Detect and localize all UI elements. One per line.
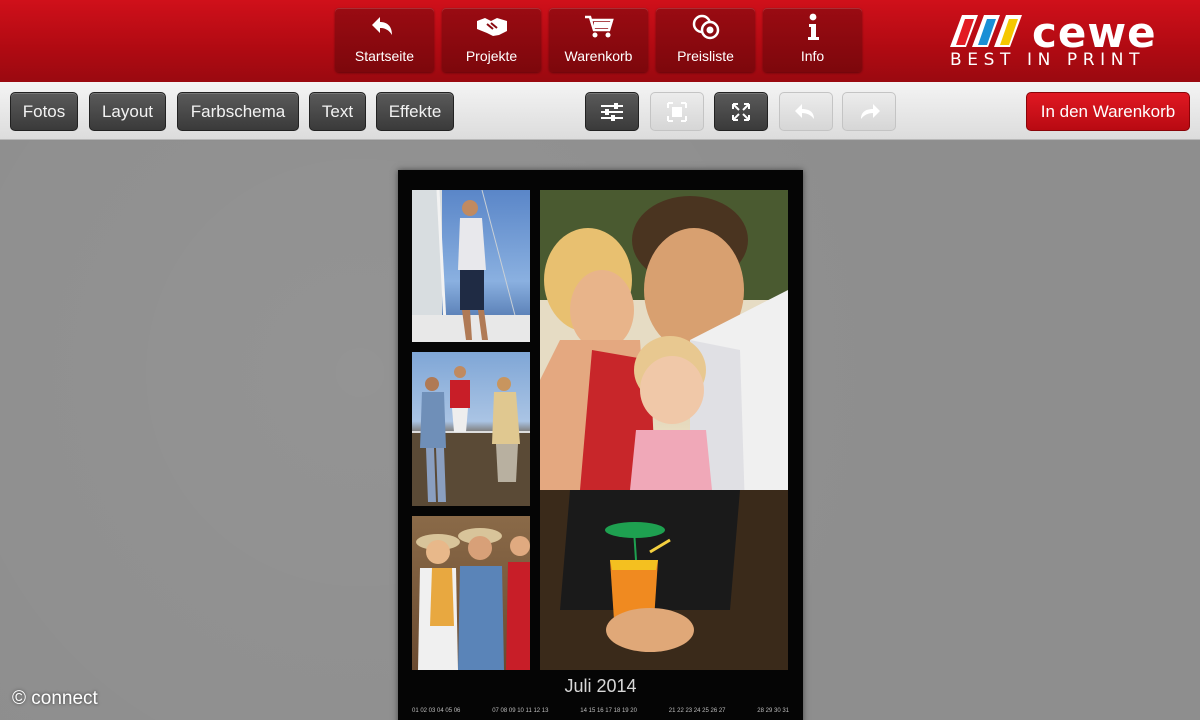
- photo-slot-3[interactable]: [412, 516, 530, 670]
- calendar-week-4: 21 22 23 24 25 26 27: [668, 708, 726, 714]
- calendar-week-2: 07 08 09 10 11 12 13: [492, 708, 549, 714]
- nav-startseite-button[interactable]: Startseite: [335, 8, 434, 72]
- photo-family-jetty-image: [412, 366, 530, 506]
- redo-icon: [861, 103, 880, 119]
- adjust-button[interactable]: [585, 92, 639, 131]
- nav-preisliste-label: Preisliste: [677, 48, 734, 64]
- nav-info-button[interactable]: Info: [763, 8, 862, 72]
- nav-warenkorb-button[interactable]: Warenkorb: [549, 8, 648, 72]
- cewe-logo-mark-icon: [950, 15, 1022, 47]
- editor-canvas: Juli 2014 01 02 03 04 05 06 07 08 09 10 …: [0, 141, 1200, 720]
- nav-startseite-label: Startseite: [354, 48, 415, 64]
- add-to-cart-button[interactable]: In den Warenkorb: [1026, 92, 1190, 131]
- fullscreen-button[interactable]: [714, 92, 768, 131]
- nav-warenkorb-label: Warenkorb: [564, 48, 633, 64]
- undo-arrow-icon: [335, 14, 434, 40]
- adjust-sliders-icon: [601, 102, 623, 121]
- photo-sailing-image: [412, 190, 530, 342]
- tab-effekte[interactable]: Effekte: [376, 92, 454, 131]
- photo-slot-1[interactable]: [412, 190, 530, 342]
- calendar-days-row: 01 02 03 04 05 06 07 08 09 10 11 12 13 1…: [412, 708, 789, 714]
- coins-icon: [656, 14, 755, 40]
- nav-info-label: Info: [800, 48, 825, 64]
- photo-slot-2[interactable]: [412, 352, 530, 506]
- app-header: Startseite Projekte Warenkorb Preisliste…: [0, 0, 1200, 82]
- shopping-cart-icon: [549, 14, 648, 40]
- fullscreen-icon: [732, 102, 750, 121]
- tab-text[interactable]: Text: [309, 92, 366, 131]
- calendar-page: Juli 2014 01 02 03 04 05 06 07 08 09 10 …: [398, 170, 803, 720]
- nav-preisliste-button[interactable]: Preisliste: [656, 8, 755, 72]
- cewe-logo: cewe BEST IN PRINT: [948, 8, 1178, 72]
- tab-farbschema[interactable]: Farbschema: [177, 92, 299, 131]
- calendar-week-5: 28 29 30 31: [757, 708, 789, 714]
- photo-slot-main[interactable]: [540, 190, 788, 670]
- editor-toolbar: Fotos Layout Farbschema Text Effekte In …: [0, 82, 1200, 140]
- info-icon: [763, 13, 862, 40]
- handshake-icon: [442, 14, 541, 40]
- tab-layout[interactable]: Layout: [89, 92, 166, 131]
- crop-frame-icon: [667, 101, 687, 122]
- copyright-watermark: © connect: [12, 688, 98, 709]
- undo-button[interactable]: [779, 92, 833, 131]
- calendar-week-3: 14 15 16 17 18 19 20: [580, 708, 637, 714]
- undo-icon: [795, 103, 814, 119]
- crop-button[interactable]: [650, 92, 704, 131]
- photo-family-hats-image: [416, 528, 530, 670]
- calendar-month-title: Juli 2014: [564, 676, 637, 696]
- nav-projekte-button[interactable]: Projekte: [442, 8, 541, 72]
- photo-family-main-image: [540, 190, 788, 670]
- tab-fotos[interactable]: Fotos: [10, 92, 78, 131]
- calendar-week-1: 01 02 03 04 05 06: [412, 708, 461, 714]
- nav-projekte-label: Projekte: [465, 48, 518, 64]
- redo-button[interactable]: [842, 92, 896, 131]
- logo-tagline: BEST IN PRINT: [950, 50, 1146, 70]
